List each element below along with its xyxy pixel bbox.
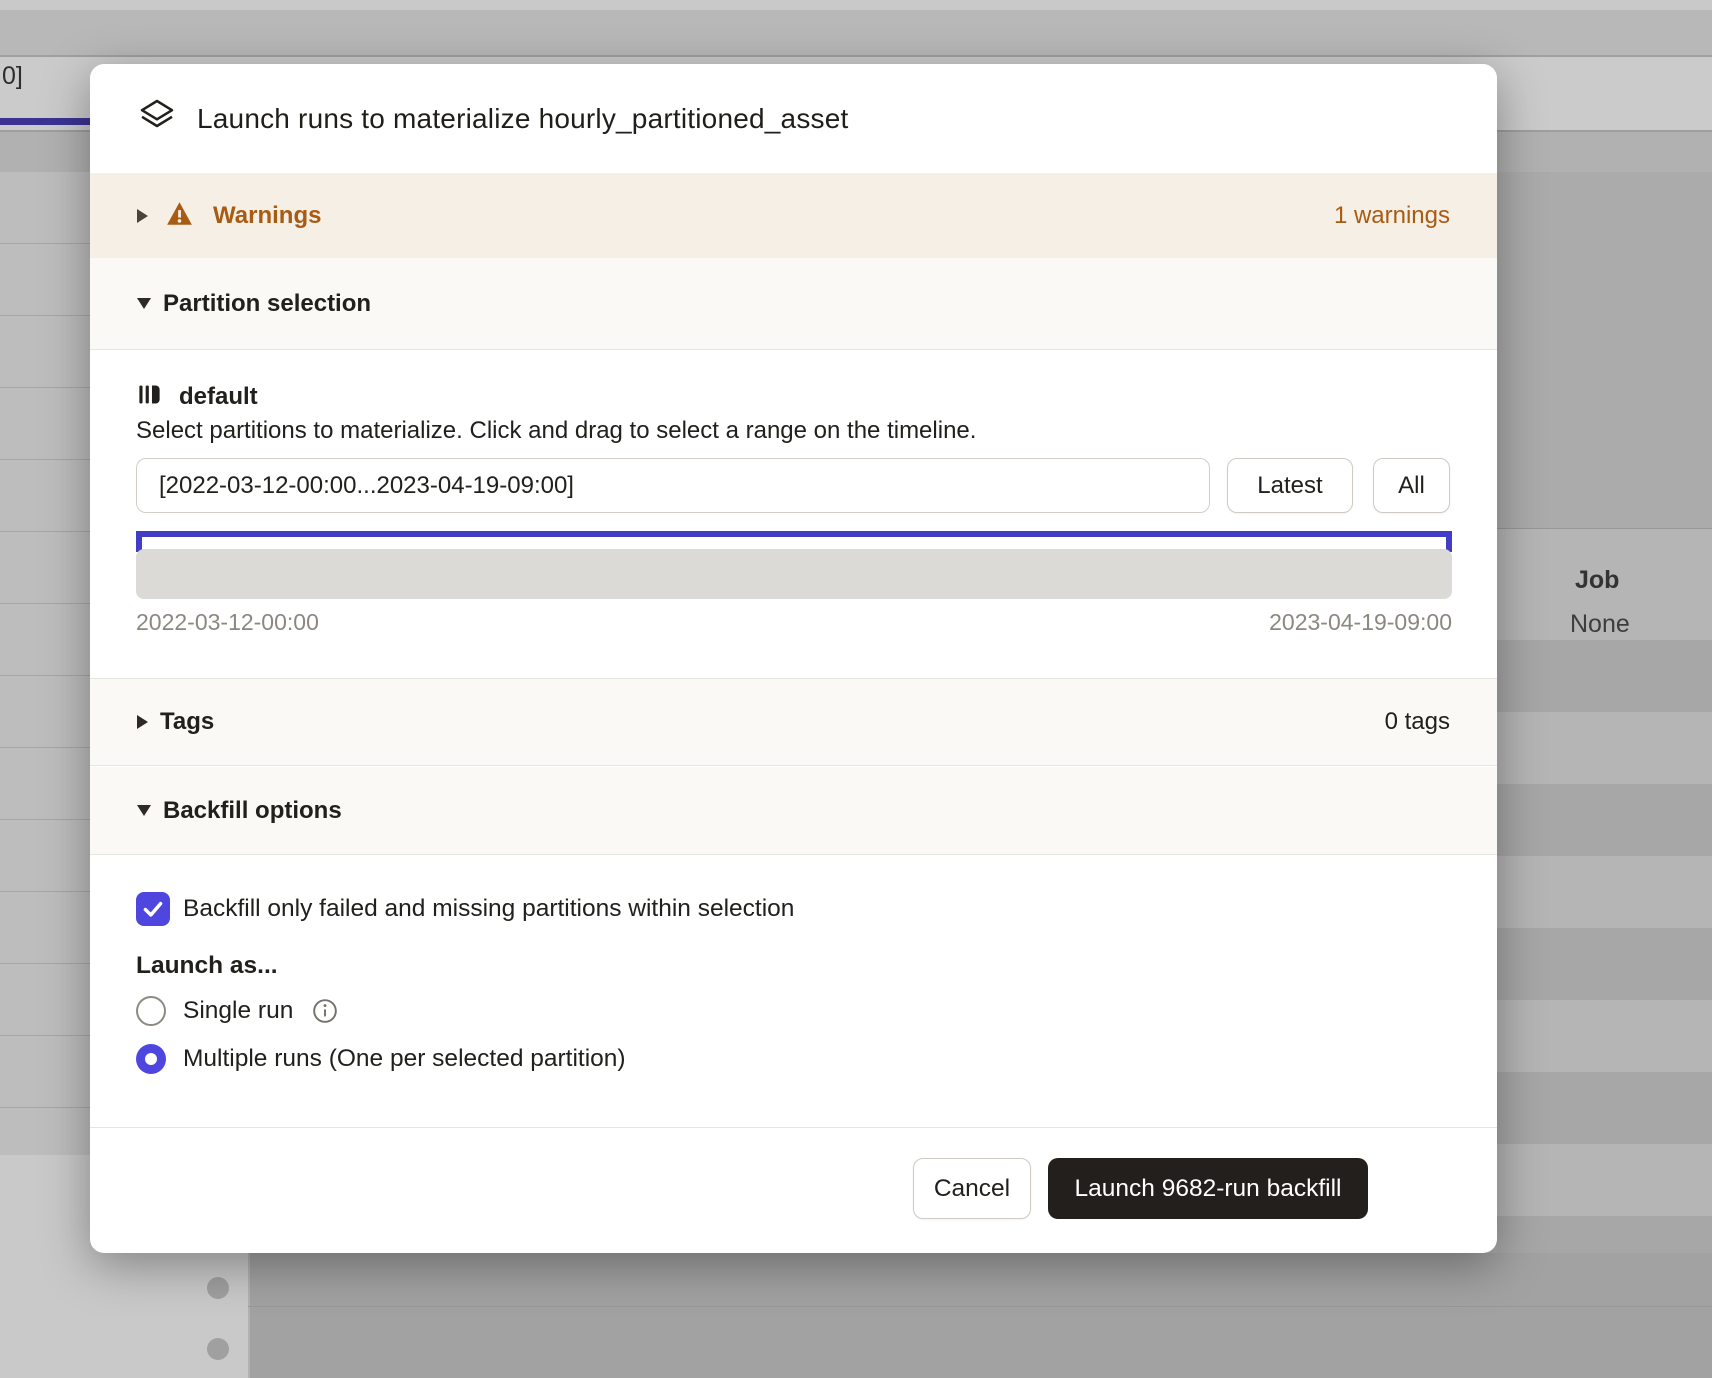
dialog-title: Launch runs to materialize hourly_partit… [197,103,848,135]
tags-label: Tags [160,708,214,736]
checkmark-icon [140,896,166,922]
background-status-dot [207,1338,229,1360]
multiple-runs-label: Multiple runs (One per selected partitio… [183,1045,626,1073]
warnings-section-header[interactable]: Warnings 1 warnings [90,173,1497,258]
partition-selection-label: Partition selection [163,290,371,318]
partition-bars-icon [136,381,163,413]
backfill-only-failed-row: Backfill only failed and missing partiti… [136,892,794,926]
caret-right-icon [137,209,148,223]
background-job-column-header: Job [1575,566,1619,595]
radio-unselected-icon [136,996,166,1026]
single-run-label: Single run [183,997,293,1025]
footer-divider [90,1127,1497,1128]
backfill-options-label: Backfill options [163,797,342,825]
caret-down-icon [137,298,151,309]
background-status-dot [207,1277,229,1299]
asset-stack-icon [137,96,177,141]
radio-selected-icon [136,1044,166,1074]
background-job-column-value: None [1570,610,1630,639]
background-bottom-area [0,1253,1712,1378]
background-input-underline [0,118,90,125]
cancel-button[interactable]: Cancel [913,1158,1031,1219]
partition-dimension-row: default [136,381,258,413]
timeline-date-labels: 2022-03-12-00:00 2023-04-19-09:00 [136,609,1452,636]
caret-down-icon [137,805,151,816]
range-start-label: 2022-03-12-00:00 [136,609,319,636]
backfill-options-section-header[interactable]: Backfill options [90,767,1497,855]
partition-help-text: Select partitions to materialize. Click … [136,417,976,445]
partition-range-input[interactable] [136,458,1210,513]
background-top-band [0,0,1712,10]
range-end-label: 2023-04-19-09:00 [1269,609,1452,636]
launch-backfill-button-label: Launch 9682-run backfill [1075,1175,1342,1203]
screen: 0] Job None Launch runs to materialize h… [0,0,1712,1378]
info-circle-icon[interactable] [312,998,338,1024]
latest-button-label: Latest [1257,472,1322,500]
background-table-rows-left [0,172,90,1155]
backfill-only-failed-checkbox[interactable] [136,892,170,926]
background-toolbar-band [0,10,1712,57]
selected-range-indicator [136,531,1452,537]
partition-timeline[interactable] [136,549,1452,599]
tags-count: 0 tags [1385,708,1450,736]
caret-right-icon [137,715,148,729]
dialog-title-row: Launch runs to materialize hourly_partit… [90,64,1497,173]
background-clipped-text: 0] [2,62,23,91]
all-button-label: All [1398,472,1425,500]
tags-section-header[interactable]: Tags 0 tags [90,678,1497,766]
warnings-count: 1 warnings [1334,202,1450,230]
latest-button[interactable]: Latest [1227,458,1353,513]
warnings-label: Warnings [213,202,321,230]
launch-backfill-button[interactable]: Launch 9682-run backfill [1048,1158,1368,1219]
partition-selection-section-header[interactable]: Partition selection [90,258,1497,350]
warning-triangle-icon [166,201,193,231]
cancel-button-label: Cancel [934,1175,1010,1203]
background-table-rows-right [1497,640,1712,1253]
launch-backfill-dialog: Launch runs to materialize hourly_partit… [90,64,1497,1253]
backfill-only-failed-label: Backfill only failed and missing partiti… [183,895,794,923]
radio-multiple-runs[interactable]: Multiple runs (One per selected partitio… [136,1044,626,1074]
background-row-line [248,1306,1712,1307]
partition-dimension-name: default [179,383,258,411]
launch-as-label: Launch as... [136,952,278,980]
all-button[interactable]: All [1373,458,1450,513]
radio-single-run[interactable]: Single run [136,996,338,1026]
